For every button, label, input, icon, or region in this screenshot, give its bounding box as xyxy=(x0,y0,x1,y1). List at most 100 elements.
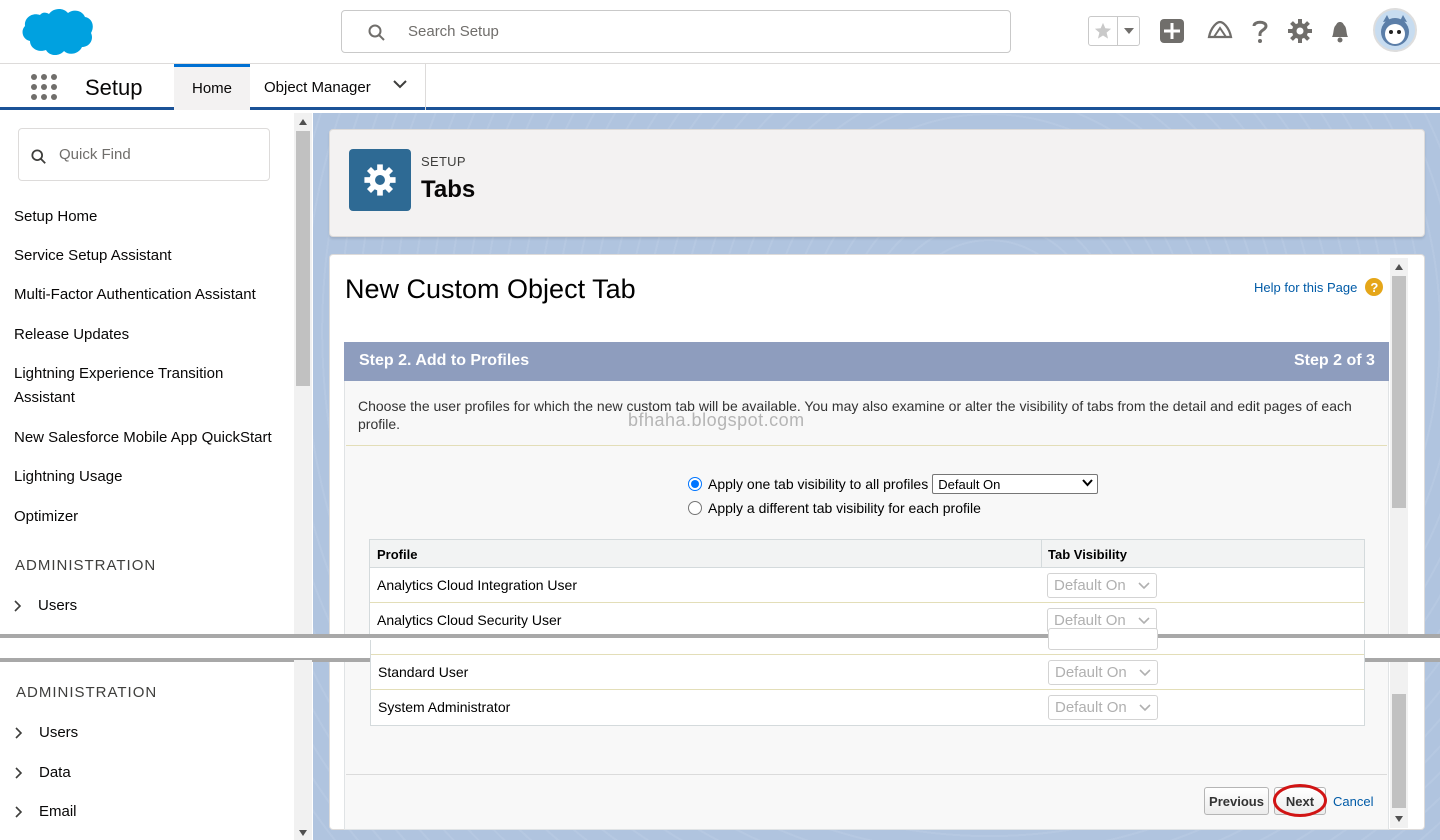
chevron-right-icon[interactable] xyxy=(15,726,31,739)
avatar[interactable] xyxy=(1373,8,1417,52)
chevron-down-icon xyxy=(1138,617,1150,625)
favorites-dropdown-chevron-icon[interactable] xyxy=(1117,17,1139,45)
step-count: Step 2 of 3 xyxy=(1294,352,1375,369)
profiles-table: Profile Tab Visibility Analytics Cloud I… xyxy=(369,539,1365,637)
chevron-down-icon[interactable] xyxy=(393,80,407,89)
tab-visibility-select[interactable]: Default On xyxy=(932,474,1099,494)
sidebar-link-service-setup-assistant[interactable]: Service Setup Assistant xyxy=(14,244,289,268)
row-visibility-select[interactable] xyxy=(1048,628,1158,650)
quick-find-input[interactable] xyxy=(59,129,259,180)
tab-visibility-value: Default On xyxy=(938,476,1001,492)
row-visibility-value: Default On xyxy=(1055,699,1127,716)
sidebar-item-data[interactable]: Data xyxy=(15,764,71,781)
table-row: Analytics Cloud Integration User Default… xyxy=(370,568,1364,603)
setup-gear-icon xyxy=(349,149,411,211)
chevron-down-icon xyxy=(1139,669,1151,677)
profile-name: Analytics Cloud Security User xyxy=(377,612,562,628)
table-row: Analytics Cloud Security User Default On xyxy=(370,603,1364,636)
radio-all-profiles[interactable] xyxy=(688,477,702,491)
help-link-label: Help for this Page xyxy=(1254,279,1358,295)
previous-button[interactable]: Previous xyxy=(1204,787,1269,815)
sidebar-item-users[interactable]: Users xyxy=(14,597,77,614)
sidebar-item-users[interactable]: Users xyxy=(15,724,78,741)
table-row: System Administrator Default On xyxy=(371,690,1364,725)
sidebar-scrollbar-lower[interactable] xyxy=(294,660,312,840)
main-scrollbar[interactable] xyxy=(1390,258,1408,828)
radio-each-profile-label: Apply a different tab visibility for eac… xyxy=(708,500,981,516)
chevron-down-icon xyxy=(1139,704,1151,712)
sidebar-link-mobile-quickstart[interactable]: New Salesforce Mobile App QuickStart xyxy=(14,426,289,450)
row-visibility-value: Default On xyxy=(1055,664,1127,681)
tab-object-manager[interactable]: Object Manager xyxy=(250,64,426,110)
sidebar-link-release-updates[interactable]: Release Updates xyxy=(14,323,289,347)
chevron-down-icon xyxy=(1082,479,1093,487)
divider xyxy=(346,445,1387,446)
global-header xyxy=(0,0,1440,64)
sidebar-link-lightning-transition-assistant[interactable]: Lightning Experience Transition Assistan… xyxy=(14,362,254,410)
step-description: Choose the user profiles for which the n… xyxy=(358,398,1352,432)
profile-name: Analytics Cloud Integration User xyxy=(377,577,577,593)
sidebar-link-setup-home[interactable]: Setup Home xyxy=(14,205,289,229)
tab-home[interactable]: Home xyxy=(174,64,250,110)
salesforce-logo[interactable] xyxy=(18,6,94,58)
scroll-down-arrow-icon[interactable] xyxy=(1395,816,1403,822)
scroll-up-arrow-icon[interactable] xyxy=(1395,264,1403,270)
sidebar-item-label: Email xyxy=(39,803,77,820)
sidebar-section-administration: ADMINISTRATION xyxy=(15,557,157,574)
form-title: New Custom Object Tab xyxy=(345,274,636,304)
radio-row-all-profiles: Apply one tab visibility to all profiles… xyxy=(688,474,1099,494)
help-for-page-link[interactable]: Help for this Page ? xyxy=(1254,278,1384,296)
help-question-icon[interactable]: ? xyxy=(1365,278,1384,296)
row-visibility-select[interactable]: Default On xyxy=(1047,573,1157,598)
sidebar-item-label: Users xyxy=(39,724,79,741)
app-navigation-bar: Setup Home Object Manager xyxy=(0,64,1440,110)
search-icon xyxy=(368,24,385,41)
column-header-tab-visibility: Tab Visibility xyxy=(1048,547,1127,562)
radio-row-each-profile: Apply a different tab visibility for eac… xyxy=(688,500,981,516)
app-launcher-grid-icon[interactable] xyxy=(30,73,58,101)
bell-icon[interactable] xyxy=(1327,18,1353,44)
column-divider xyxy=(1041,540,1042,568)
table-header-row: Profile Tab Visibility xyxy=(370,540,1364,568)
gear-icon[interactable] xyxy=(1287,18,1313,44)
chevron-right-icon[interactable] xyxy=(15,766,31,779)
sidebar-item-label: Data xyxy=(39,764,71,781)
profile-name: System Administrator xyxy=(378,699,511,715)
step-title: Step 2. Add to Profiles xyxy=(359,352,530,369)
tab-object-manager-label: Object Manager xyxy=(264,78,371,96)
sidebar-link-lightning-usage[interactable]: Lightning Usage xyxy=(14,465,289,489)
star-icon[interactable] xyxy=(1089,17,1117,45)
table-row-partial xyxy=(371,628,1364,655)
profiles-table-lower: Standard User Default On System Administ… xyxy=(370,628,1365,726)
sidebar-link-mfa-assistant[interactable]: Multi-Factor Authentication Assistant xyxy=(14,283,289,307)
row-visibility-select[interactable]: Default On xyxy=(1048,695,1158,720)
scroll-up-arrow-icon[interactable] xyxy=(299,119,307,125)
divider xyxy=(346,774,1387,775)
sidebar-scrollbar[interactable] xyxy=(294,113,312,636)
chevron-right-icon[interactable] xyxy=(15,805,31,818)
radio-all-profiles-label: Apply one tab visibility to all profiles xyxy=(708,476,929,492)
favorites-group[interactable] xyxy=(1088,16,1140,46)
main-scroll-thumb[interactable] xyxy=(1392,276,1406,508)
cancel-link[interactable]: Cancel xyxy=(1333,794,1373,809)
chevron-right-icon[interactable] xyxy=(14,599,30,612)
main-scroll-thumb-lower[interactable] xyxy=(1392,694,1406,808)
sidebar-item-label: Users xyxy=(38,597,78,614)
highlight-circle-annotation xyxy=(1273,784,1327,817)
page-title: Tabs xyxy=(421,176,476,203)
search-setup-input[interactable] xyxy=(408,11,988,52)
chevron-down-icon xyxy=(1138,582,1150,590)
quick-find-box[interactable] xyxy=(18,128,270,181)
add-icon[interactable] xyxy=(1159,18,1185,44)
help-icon[interactable] xyxy=(1247,18,1273,44)
sidebar-item-email[interactable]: Email xyxy=(15,803,77,820)
search-setup-box[interactable] xyxy=(341,10,1011,53)
sidebar-link-optimizer[interactable]: Optimizer xyxy=(14,505,289,529)
sidebar-scroll-thumb[interactable] xyxy=(296,131,310,386)
scroll-down-arrow-icon[interactable] xyxy=(299,830,307,836)
row-visibility-select[interactable]: Default On xyxy=(1048,660,1158,685)
app-name: Setup xyxy=(85,75,143,100)
radio-each-profile[interactable] xyxy=(688,501,702,515)
watermark-text: bfhaha.blogspot.com xyxy=(628,410,805,430)
trailhead-icon[interactable] xyxy=(1207,18,1233,44)
